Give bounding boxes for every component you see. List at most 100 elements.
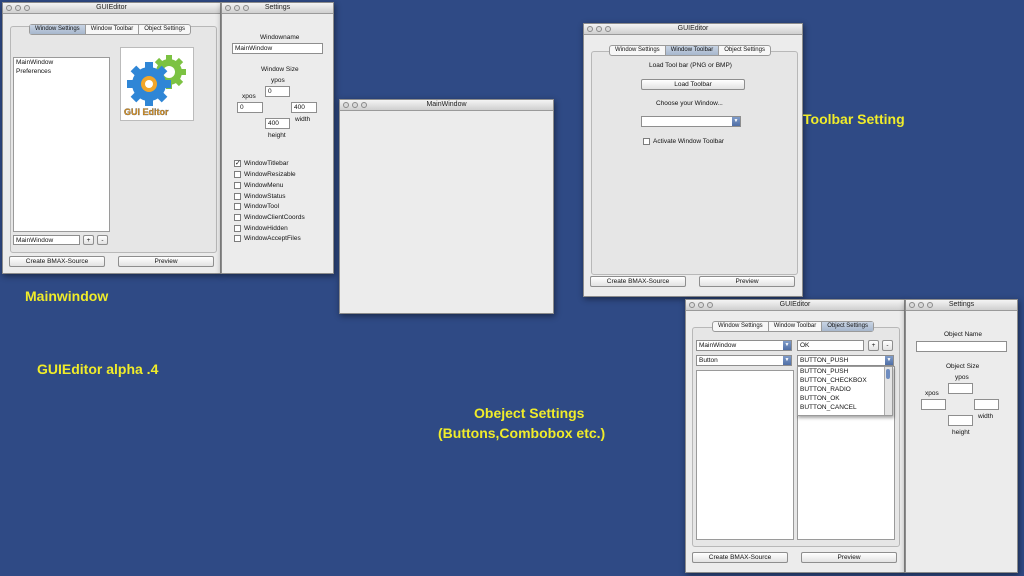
window-hidden-checkbox[interactable]: WindowHidden <box>234 225 288 232</box>
chevron-down-icon[interactable]: ▼ <box>783 356 791 365</box>
minimize-window-button[interactable] <box>234 5 240 11</box>
titlebar[interactable]: Settings <box>906 300 1017 311</box>
minimize-window-button[interactable] <box>698 302 704 308</box>
width-field[interactable]: 400 <box>291 102 317 113</box>
object-type-combo[interactable]: Button ▼ <box>696 355 792 366</box>
minimize-window-button[interactable] <box>596 26 602 32</box>
chevron-down-icon[interactable]: ▼ <box>732 117 740 126</box>
close-window-button[interactable] <box>6 5 12 11</box>
zoom-window-button[interactable] <box>243 5 249 11</box>
tab-window-toolbar[interactable]: Window Toolbar <box>769 322 823 331</box>
add-window-button[interactable]: + <box>83 235 94 245</box>
dropdown-item[interactable]: BUTTON_OK <box>798 394 892 403</box>
checkbox-box[interactable] <box>234 225 241 232</box>
dropdown-scrollbar[interactable] <box>884 367 892 415</box>
remove-object-button[interactable]: - <box>882 340 893 351</box>
create-bmax-source-button[interactable]: Create BMAX-Source <box>9 256 105 267</box>
dropdown-item[interactable]: BUTTON_PUSH <box>798 367 892 376</box>
window-status-checkbox[interactable]: WindowStatus <box>234 193 286 200</box>
checkbox-box[interactable] <box>643 138 650 145</box>
minimize-window-button[interactable] <box>352 102 358 108</box>
width-field[interactable] <box>974 399 999 410</box>
tab-object-settings[interactable]: Object Settings <box>719 46 770 55</box>
guieditor-object-window: GUIEditor Window Settings Window Toolbar… <box>685 299 905 573</box>
height-field[interactable]: 400 <box>265 118 290 129</box>
close-window-button[interactable] <box>689 302 695 308</box>
object-style-combo[interactable]: BUTTON_PUSH ▼ <box>797 355 894 366</box>
window-list[interactable]: MainWindow Preferences <box>13 57 110 232</box>
tab-object-settings[interactable]: Object Settings <box>822 322 873 331</box>
close-window-button[interactable] <box>343 102 349 108</box>
zoom-window-button[interactable] <box>707 302 713 308</box>
preview-button[interactable]: Preview <box>801 552 897 563</box>
windowname-field[interactable]: MainWindow <box>232 43 323 54</box>
minimize-window-button[interactable] <box>15 5 21 11</box>
load-toolbar-button[interactable]: Load Toolbar <box>641 79 745 90</box>
chevron-down-icon[interactable]: ▼ <box>783 341 791 350</box>
tab-window-toolbar[interactable]: Window Toolbar <box>665 46 720 55</box>
preview-button[interactable]: Preview <box>699 276 795 287</box>
titlebar[interactable]: MainWindow <box>340 100 553 111</box>
window-tool-checkbox[interactable]: WindowTool <box>234 203 279 210</box>
titlebar[interactable]: GUIEditor <box>3 3 220 14</box>
window-client-coords-checkbox[interactable]: WindowClientCoords <box>234 214 305 221</box>
tab-window-settings[interactable]: Window Settings <box>610 46 666 55</box>
zoom-window-button[interactable] <box>361 102 367 108</box>
window-controls <box>909 302 933 308</box>
window-resizable-checkbox[interactable]: WindowResizable <box>234 171 296 178</box>
object-list[interactable] <box>696 370 794 540</box>
list-item[interactable]: Preferences <box>14 67 109 76</box>
window-combo[interactable]: MainWindow ▼ <box>696 340 792 351</box>
minimize-window-button[interactable] <box>918 302 924 308</box>
tab-object-settings[interactable]: Object Settings <box>139 25 190 34</box>
create-bmax-source-button[interactable]: Create BMAX-Source <box>590 276 686 287</box>
tab-window-toolbar[interactable]: Window Toolbar <box>86 25 140 34</box>
list-item[interactable]: MainWindow <box>14 58 109 67</box>
width-label: width <box>295 116 311 123</box>
close-window-button[interactable] <box>909 302 915 308</box>
dropdown-item[interactable]: BUTTON_CANCEL <box>798 403 892 412</box>
scrollbar-thumb[interactable] <box>886 369 890 379</box>
create-bmax-source-button[interactable]: Create BMAX-Source <box>692 552 788 563</box>
xpos-field[interactable] <box>921 399 946 410</box>
dropdown-item[interactable]: BUTTON_RADIO <box>798 385 892 394</box>
object-name-field[interactable]: OK <box>797 340 864 351</box>
zoom-window-button[interactable] <box>24 5 30 11</box>
height-label: height <box>268 132 286 139</box>
ypos-field[interactable]: 0 <box>265 86 290 97</box>
tab-window-settings[interactable]: Window Settings <box>30 25 86 34</box>
window-menu-checkbox[interactable]: WindowMenu <box>234 182 283 189</box>
ypos-label: ypos <box>271 77 285 84</box>
close-window-button[interactable] <box>225 5 231 11</box>
style-dropdown-list[interactable]: BUTTON_PUSH BUTTON_CHECKBOX BUTTON_RADIO… <box>797 366 893 416</box>
checkbox-box[interactable] <box>234 235 241 242</box>
remove-window-button[interactable]: - <box>97 235 108 245</box>
titlebar[interactable]: GUIEditor <box>584 24 802 35</box>
titlebar[interactable]: GUIEditor <box>686 300 904 311</box>
xpos-field[interactable]: 0 <box>237 102 263 113</box>
activate-window-toolbar-checkbox[interactable]: Activate Window Toolbar <box>643 138 724 145</box>
choose-window-combo[interactable]: ▼ <box>641 116 741 127</box>
xpos-label: xpos <box>925 390 939 397</box>
add-object-button[interactable]: + <box>868 340 879 351</box>
window-accept-files-checkbox[interactable]: WindowAcceptFiles <box>234 235 301 242</box>
preview-button[interactable]: Preview <box>118 256 214 267</box>
checkbox-box[interactable] <box>234 214 241 221</box>
window-name-field[interactable]: MainWindow <box>13 235 80 245</box>
tab-window-settings[interactable]: Window Settings <box>713 322 769 331</box>
height-field[interactable] <box>948 415 973 426</box>
checkbox-box[interactable] <box>234 193 241 200</box>
checkbox-box[interactable] <box>234 171 241 178</box>
close-window-button[interactable] <box>587 26 593 32</box>
chevron-down-icon[interactable]: ▼ <box>885 356 893 365</box>
checkbox-box[interactable]: ✓ <box>234 160 241 167</box>
checkbox-box[interactable] <box>234 203 241 210</box>
titlebar[interactable]: Settings <box>222 3 333 14</box>
object-name-field[interactable] <box>916 341 1007 352</box>
dropdown-item[interactable]: BUTTON_CHECKBOX <box>798 376 892 385</box>
window-titlebar-checkbox[interactable]: ✓ WindowTitlebar <box>234 160 289 167</box>
checkbox-box[interactable] <box>234 182 241 189</box>
ypos-field[interactable] <box>948 383 973 394</box>
zoom-window-button[interactable] <box>927 302 933 308</box>
zoom-window-button[interactable] <box>605 26 611 32</box>
